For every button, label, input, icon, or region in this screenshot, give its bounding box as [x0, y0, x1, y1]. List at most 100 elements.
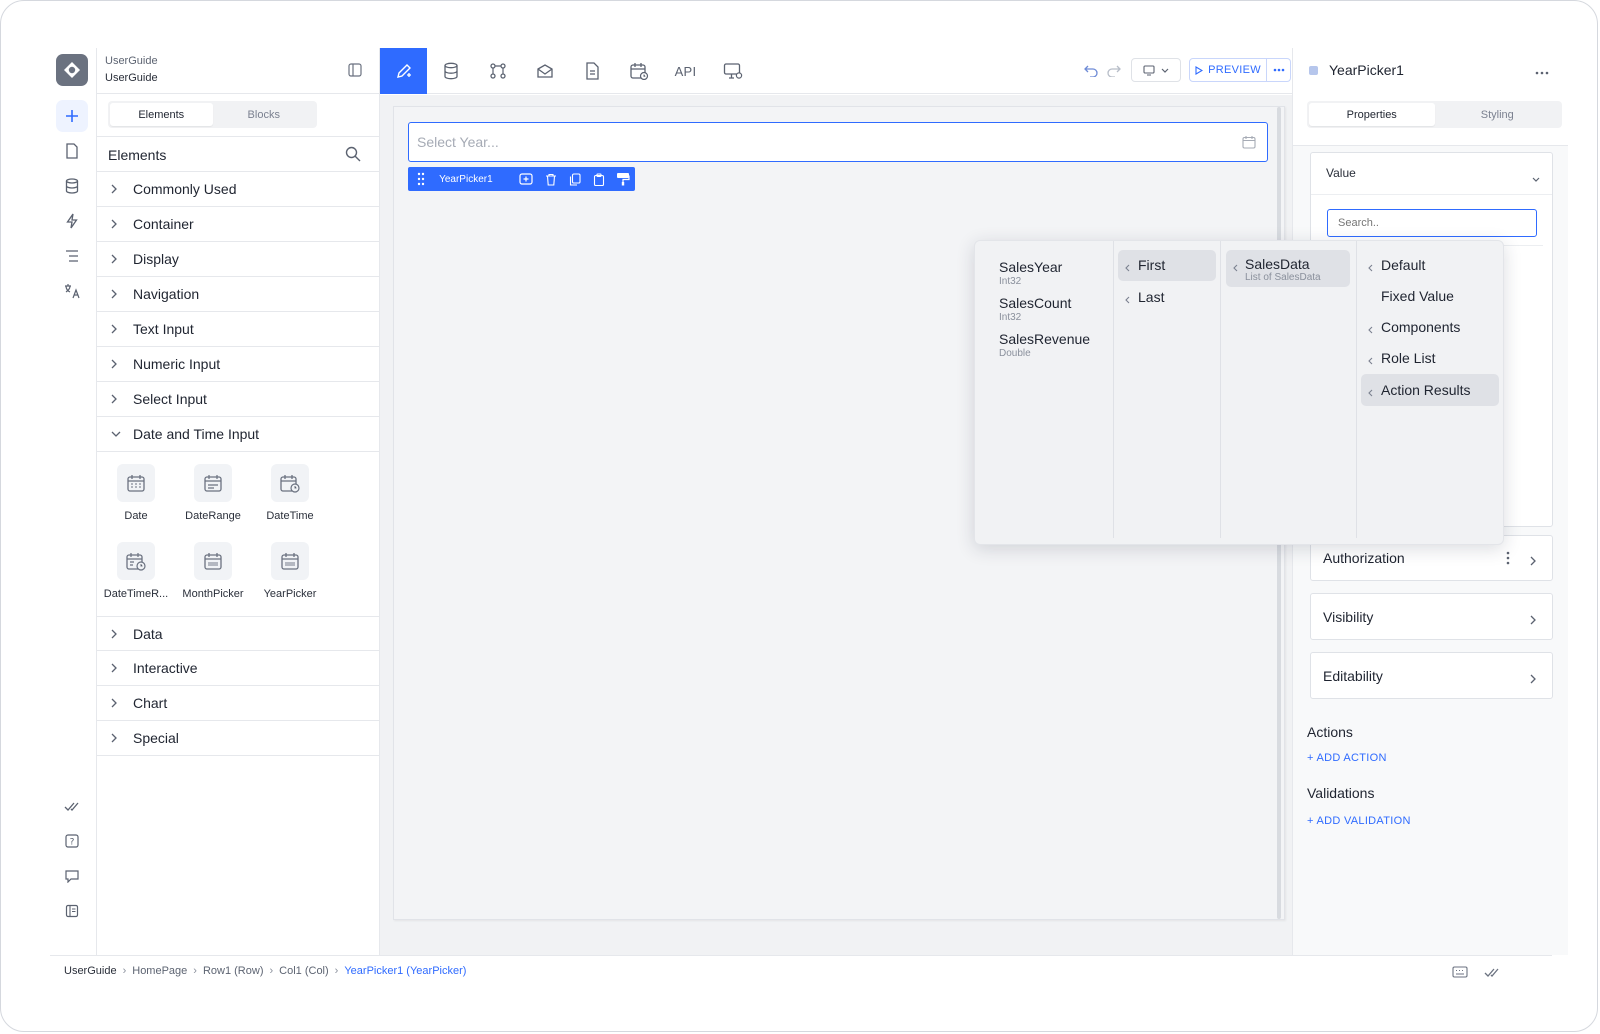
- category-navigation[interactable]: Navigation: [97, 277, 380, 312]
- field-salescount[interactable]: SalesCount Int32: [999, 295, 1109, 323]
- workflow-icon[interactable]: [474, 48, 521, 94]
- add-action-link[interactable]: + ADD ACTION: [1307, 752, 1387, 764]
- api-button[interactable]: API: [662, 48, 709, 94]
- format-painter-icon[interactable]: [611, 172, 635, 186]
- kebab-icon[interactable]: [1506, 551, 1510, 570]
- category-container[interactable]: Container: [97, 207, 380, 242]
- breadcrumb-current[interactable]: YearPicker1 (YearPicker): [344, 965, 466, 977]
- chat-icon[interactable]: [56, 860, 88, 892]
- pick-last[interactable]: Last: [1118, 282, 1216, 313]
- more-options-icon[interactable]: [1267, 58, 1291, 82]
- category-chart[interactable]: Chart: [97, 686, 380, 721]
- category-interactive[interactable]: Interactive: [97, 651, 380, 686]
- undo-icon[interactable]: [1084, 63, 1098, 82]
- tile-monthpicker[interactable]: MonthPicker: [174, 542, 252, 600]
- designer-toolbar: API PREVIEW: [380, 48, 1292, 94]
- root-default[interactable]: Default: [1361, 250, 1499, 281]
- more-options-icon[interactable]: [1535, 62, 1549, 80]
- root-components[interactable]: Components: [1361, 312, 1499, 343]
- tab-properties[interactable]: Properties: [1309, 103, 1435, 126]
- field-salesrevenue[interactable]: SalesRevenue Double: [999, 331, 1109, 359]
- screen-settings-icon[interactable]: [709, 48, 756, 94]
- pages-icon[interactable]: [56, 135, 88, 167]
- value-search-field[interactable]: [1327, 209, 1537, 237]
- app-logo-icon[interactable]: [56, 54, 88, 86]
- help-icon[interactable]: ?: [56, 825, 88, 857]
- category-numeric-input[interactable]: Numeric Input: [97, 347, 380, 382]
- drag-handle-icon[interactable]: [408, 172, 433, 186]
- category-date-and-time-input[interactable]: Date and Time Input: [97, 417, 380, 452]
- category-data[interactable]: Data: [97, 616, 380, 651]
- chevron-right-icon: [111, 394, 125, 404]
- value-binding-dropdown: SalesYear Int32 SalesCount Int32 SalesRe…: [974, 240, 1504, 545]
- pick-first[interactable]: First: [1118, 250, 1216, 281]
- tile-datetime[interactable]: DateTime: [251, 464, 329, 522]
- sidebar-tabs: Elements Blocks: [108, 101, 317, 128]
- yearpicker-input[interactable]: [417, 131, 1217, 153]
- chevron-right-icon: ›: [334, 965, 339, 977]
- calendar-clock-icon: [117, 542, 155, 580]
- tab-blocks[interactable]: Blocks: [213, 103, 316, 126]
- tile-yearpicker[interactable]: YearPicker: [251, 542, 329, 600]
- delete-icon[interactable]: [539, 173, 563, 186]
- book-icon[interactable]: [56, 895, 88, 927]
- breadcrumb-item[interactable]: UserGuide: [64, 965, 117, 977]
- database-icon[interactable]: [56, 170, 88, 202]
- database-icon[interactable]: [427, 48, 474, 94]
- category-text-input[interactable]: Text Input: [97, 312, 380, 347]
- design-pen-icon[interactable]: [380, 48, 427, 94]
- mail-icon[interactable]: [521, 48, 568, 94]
- preview-button[interactable]: PREVIEW: [1189, 58, 1267, 82]
- tile-daterange[interactable]: DateRange: [174, 464, 252, 522]
- tab-elements[interactable]: Elements: [110, 103, 213, 126]
- double-check-icon[interactable]: [1484, 965, 1500, 983]
- add-component-icon[interactable]: [514, 173, 538, 185]
- add-element-icon[interactable]: [56, 100, 88, 132]
- value-search-input[interactable]: [1338, 215, 1528, 231]
- category-select-input[interactable]: Select Input: [97, 382, 380, 417]
- project-app-name: UserGuide: [105, 72, 158, 84]
- root-label: Role List: [1381, 350, 1436, 366]
- chevron-left-icon: [1368, 352, 1373, 370]
- search-icon[interactable]: [345, 146, 361, 167]
- double-check-icon[interactable]: [56, 790, 88, 822]
- scheduler-icon[interactable]: [615, 48, 662, 94]
- category-special[interactable]: Special: [97, 721, 380, 756]
- keyboard-icon[interactable]: [1452, 965, 1468, 983]
- chevron-left-icon: [1368, 259, 1373, 277]
- tile-date[interactable]: Date: [97, 464, 175, 522]
- visibility-card[interactable]: Visibility: [1310, 593, 1553, 640]
- tile-datetimerange[interactable]: DateTimeR...: [97, 542, 175, 600]
- card-title: Editability: [1323, 668, 1383, 684]
- document-icon[interactable]: [568, 48, 615, 94]
- duplicate-icon[interactable]: [563, 172, 587, 186]
- root-action-results[interactable]: Action Results: [1361, 374, 1499, 406]
- root-role-list[interactable]: Role List: [1361, 343, 1499, 374]
- calendar-icon[interactable]: [1242, 135, 1256, 154]
- value-header[interactable]: Value: [1311, 153, 1552, 195]
- list-tree-icon[interactable]: [56, 240, 88, 272]
- collapse-sidebar-icon[interactable]: [348, 63, 362, 82]
- field-name: SalesRevenue: [999, 331, 1091, 347]
- chevron-right-icon: [111, 359, 125, 369]
- category-display[interactable]: Display: [97, 242, 380, 277]
- breadcrumb-item[interactable]: Col1 (Col): [279, 965, 329, 977]
- tab-styling[interactable]: Styling: [1435, 103, 1561, 126]
- breadcrumb-item[interactable]: HomePage: [132, 965, 187, 977]
- root-fixed-value[interactable]: Fixed Value: [1361, 281, 1499, 312]
- breadcrumb-item[interactable]: Row1 (Row): [203, 965, 264, 977]
- tile-label: DateTime: [266, 510, 314, 522]
- category-label: Numeric Input: [133, 356, 221, 372]
- paste-icon[interactable]: [587, 172, 611, 186]
- validations-title: Validations: [1307, 785, 1375, 801]
- lightning-icon[interactable]: [56, 205, 88, 237]
- device-selector[interactable]: [1131, 58, 1181, 82]
- field-salesyear[interactable]: SalesYear Int32: [999, 259, 1109, 287]
- add-validation-link[interactable]: + ADD VALIDATION: [1307, 815, 1411, 827]
- editability-card[interactable]: Editability: [1310, 652, 1553, 699]
- category-commonly-used[interactable]: Commonly Used: [97, 172, 380, 207]
- source-salesdata[interactable]: SalesData List of SalesData: [1226, 250, 1350, 287]
- translate-icon[interactable]: [56, 275, 88, 307]
- yearpicker-field[interactable]: [408, 122, 1268, 162]
- redo-icon[interactable]: [1107, 63, 1121, 82]
